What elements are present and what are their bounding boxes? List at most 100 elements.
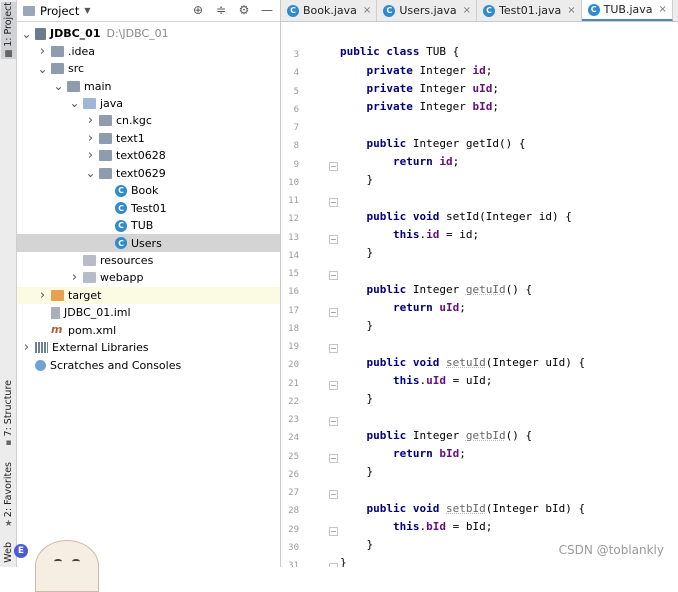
fold-marker-icon[interactable]	[329, 417, 338, 426]
tab-label: Test01.java	[499, 4, 562, 17]
class-icon: C	[115, 237, 127, 250]
locate-target-icon[interactable]: ⊕	[191, 3, 205, 17]
code-line: public void setbId(Integer bId) {	[366, 501, 586, 515]
close-icon[interactable]: ×	[567, 5, 575, 16]
web-tool-label: Web	[3, 542, 14, 563]
tree-item-tub[interactable]: ›CTUB	[17, 217, 280, 234]
code-editor: C Book.java × C Users.java × C Test01.java × C TUB…	[281, 0, 678, 567]
editor-tab-users-java[interactable]: C Users.java ×	[377, 0, 478, 21]
line-number: 14	[288, 250, 299, 261]
tree-item-label: JDBC_01	[50, 27, 101, 41]
code-line: private Integer uId;	[366, 81, 499, 95]
tree-item-pom-xml[interactable]: ›mpom.xml	[17, 322, 280, 339]
tree-item-test01[interactable]: ›CTest01	[17, 200, 280, 217]
favorites-tool-tab[interactable]: ★ 2: Favorites	[1, 462, 16, 529]
fold-marker-icon[interactable]	[329, 161, 338, 171]
project-view-selector[interactable]: Project	[40, 4, 79, 18]
code-line: return id;	[392, 154, 460, 168]
code-line: public Integer getbId() {	[366, 428, 533, 442]
chevron-right-icon[interactable]: ›	[85, 131, 96, 146]
code-line: this.bId = bId;	[392, 519, 493, 533]
close-icon[interactable]: ×	[659, 4, 667, 15]
tree-item-external-libraries[interactable]: › External Libraries	[17, 339, 280, 356]
tree-item-idea[interactable]: › .idea	[17, 42, 280, 59]
line-number: 9	[293, 159, 299, 170]
tree-item-label: target	[68, 288, 102, 302]
collapse-all-icon[interactable]: ≑	[214, 3, 228, 17]
chevron-right-icon[interactable]: ›	[85, 113, 96, 128]
line-number: 26	[288, 469, 299, 480]
fold-marker-icon[interactable]	[329, 344, 338, 353]
fold-marker-icon[interactable]	[329, 271, 338, 280]
fold-marker-icon[interactable]	[329, 563, 338, 567]
chevron-right-icon[interactable]: ›	[37, 288, 48, 303]
tree-item-book[interactable]: ›CBook	[17, 182, 280, 199]
structure-tool-tab[interactable]: ▪ 7: Structure	[1, 380, 16, 448]
line-number: 5	[293, 86, 299, 97]
scratch-icon	[35, 359, 46, 371]
chevron-right-icon[interactable]: ›	[21, 340, 32, 355]
gear-icon[interactable]: ⚙	[237, 3, 251, 17]
line-number: 7	[293, 123, 299, 133]
fold-marker-icon[interactable]	[329, 198, 338, 207]
tree-item-jdbc-01[interactable]: ⌄ JDBC_01 D:\JDBC_01	[17, 25, 280, 42]
chevron-down-icon[interactable]: ⌄	[53, 80, 64, 92]
project-tool-tab[interactable]: ■ 1: Project	[1, 2, 16, 59]
code-line: public void setId(Integer id) {	[366, 209, 572, 223]
code-line: }	[340, 465, 374, 478]
tree-item-resources[interactable]: ›resources	[17, 252, 280, 269]
editor-tab-tub-java[interactable]: C TUB.java ×	[581, 0, 673, 21]
chevron-down-icon[interactable]: ▼	[84, 6, 90, 15]
chevron-right-icon[interactable]: ›	[37, 44, 48, 59]
chevron-down-icon[interactable]: ⌄	[21, 28, 32, 40]
tree-item-jdbc-01-iml[interactable]: ›JDBC_01.iml	[17, 304, 280, 321]
chevron-down-icon[interactable]: ⌄	[85, 167, 96, 179]
line-number: 29	[288, 524, 299, 535]
editor-tab-test01-java[interactable]: C Test01.java ×	[477, 0, 582, 21]
tree-item-text0629[interactable]: ⌄ text0629	[17, 165, 280, 182]
line-number: 3	[293, 50, 299, 60]
tree-item-label: JDBC_01.iml	[64, 306, 131, 320]
line-number: 25	[288, 451, 299, 462]
fold-marker-icon[interactable]	[329, 453, 338, 463]
line-number: 20	[288, 360, 299, 371]
line-number: 18	[288, 323, 299, 334]
tree-item-text0628[interactable]: › text0628	[17, 147, 280, 164]
chevron-right-icon[interactable]: ›	[85, 148, 96, 163]
tree-item-label: text0628	[116, 149, 166, 163]
minimize-icon[interactable]: —	[260, 3, 274, 17]
tree-item-webapp[interactable]: › webapp	[17, 269, 280, 286]
close-icon[interactable]: ×	[363, 5, 371, 16]
fold-marker-icon[interactable]	[329, 307, 338, 317]
tree-item-text1[interactable]: › text1	[17, 130, 280, 147]
tree-item-java[interactable]: ⌄ java	[17, 95, 280, 112]
fold-marker-icon[interactable]	[329, 490, 338, 499]
tree-item-main[interactable]: ⌄ main	[17, 77, 280, 94]
package-icon	[99, 132, 112, 144]
fold-marker-icon[interactable]	[329, 380, 338, 390]
close-icon[interactable]: ×	[463, 5, 471, 16]
tree-item-label: text1	[116, 131, 145, 145]
tree-item-users[interactable]: ›CUsers	[17, 234, 280, 252]
fold-marker-icon[interactable]	[329, 526, 338, 536]
project-icon: ■	[4, 48, 13, 59]
project-panel: Project ▼ ⊕ ≑ ⚙ — ⌄ JDBC_01 D:\JDBC_01 › .id…	[17, 0, 281, 567]
chevron-down-icon[interactable]: ⌄	[69, 97, 80, 109]
tree-item-label: resources	[100, 254, 154, 268]
class-icon: C	[287, 4, 299, 17]
folder-icon	[67, 80, 80, 92]
fold-marker-icon[interactable]	[329, 234, 338, 244]
chevron-right-icon[interactable]: ›	[69, 270, 80, 285]
package-icon	[99, 150, 112, 162]
library-icon	[35, 342, 48, 354]
line-number: 31	[288, 561, 299, 567]
tree-item-cn-kgc[interactable]: › cn.kgc	[17, 112, 280, 129]
line-number: 11	[288, 196, 299, 206]
tool-window-strip: ■ 1: Project ▪ 7: Structure ★ 2: Favorit…	[0, 0, 17, 567]
tree-item-scratches-and-consoles[interactable]: ›Scratches and Consoles	[17, 357, 280, 374]
tree-item-target[interactable]: › target	[17, 286, 280, 305]
chevron-down-icon[interactable]: ⌄	[37, 63, 48, 75]
editor-tab-book-java[interactable]: C Book.java ×	[281, 0, 378, 21]
iml-file-icon	[51, 306, 60, 319]
tree-item-src[interactable]: ⌄ src	[17, 60, 280, 77]
